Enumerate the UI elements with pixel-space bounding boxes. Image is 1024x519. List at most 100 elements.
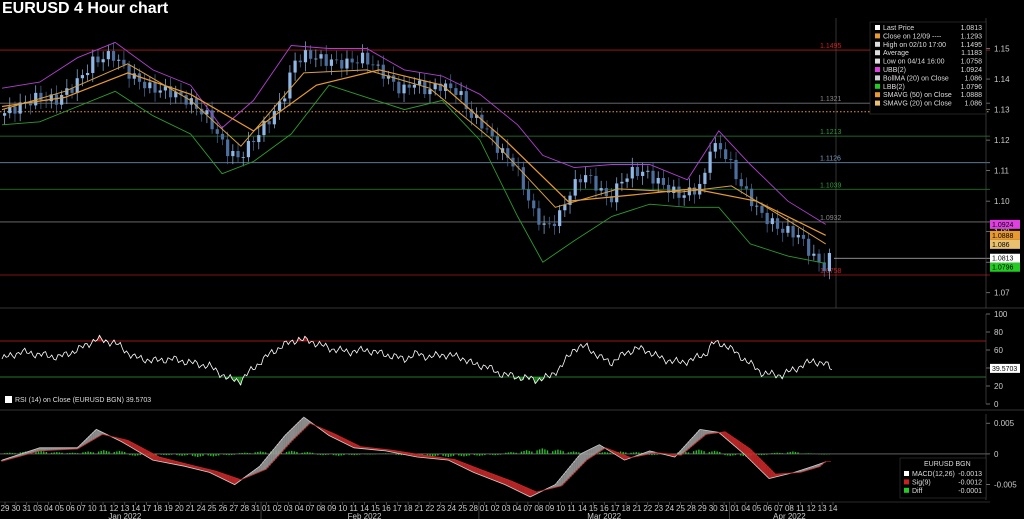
candle-body bbox=[407, 84, 411, 88]
candle-body bbox=[459, 91, 463, 95]
x-tick-label: 11 bbox=[567, 504, 576, 513]
x-tick-label: 23 bbox=[436, 504, 445, 513]
candle-body bbox=[319, 54, 323, 59]
candle-body bbox=[251, 140, 256, 143]
legend-swatch bbox=[875, 33, 880, 39]
candle-body bbox=[215, 129, 219, 134]
candle-body bbox=[376, 64, 380, 66]
candle-body bbox=[661, 177, 666, 185]
candle-body bbox=[744, 186, 749, 189]
rsi-line bbox=[1, 334, 833, 386]
candle-body bbox=[713, 143, 717, 152]
x-tick-label: 28 bbox=[687, 504, 696, 513]
candle-body bbox=[158, 90, 162, 93]
value-tag-label: 1.0796 bbox=[992, 265, 1014, 272]
x-tick-label: 14 bbox=[829, 504, 838, 513]
macd-legend-swatch bbox=[904, 471, 909, 476]
candle-body bbox=[526, 189, 531, 201]
candle-body bbox=[547, 223, 551, 225]
month-label: Jan 2022 bbox=[108, 512, 141, 519]
candle-body bbox=[257, 135, 261, 143]
candle-body bbox=[122, 59, 126, 65]
candle-body bbox=[324, 54, 328, 66]
candle-body bbox=[314, 58, 318, 60]
candle-body bbox=[812, 253, 816, 256]
candle-body bbox=[563, 204, 567, 211]
x-tick-label: 04 bbox=[295, 504, 304, 513]
candle-body bbox=[293, 60, 297, 73]
legend-label: High on 02/10 17:00 bbox=[883, 42, 946, 49]
upper-bollinger-line bbox=[1, 41, 826, 225]
y-tick-label: -0.005 bbox=[994, 481, 1017, 490]
candle-body bbox=[485, 128, 489, 130]
x-tick-label: 25 bbox=[676, 504, 685, 513]
candle-body bbox=[80, 75, 85, 79]
legend-value: 1.086 bbox=[964, 101, 982, 108]
candle-body bbox=[620, 181, 624, 184]
x-tick-label: 26 bbox=[218, 504, 227, 513]
x-tick-label: 12 bbox=[807, 504, 816, 513]
candle-body bbox=[724, 149, 728, 160]
x-tick-label: 04 bbox=[513, 504, 522, 513]
candle-body bbox=[334, 59, 339, 61]
candle-body bbox=[117, 59, 121, 61]
x-tick-label: 06 bbox=[763, 504, 772, 513]
candle-body bbox=[646, 170, 650, 172]
legend-swatch bbox=[875, 50, 880, 56]
candle-body bbox=[246, 140, 251, 158]
x-tick-label: 03 bbox=[502, 504, 511, 513]
candle-body bbox=[13, 106, 17, 114]
y-tick-label: 20 bbox=[994, 382, 1003, 391]
candle-body bbox=[708, 151, 712, 173]
x-tick-label: 31 bbox=[251, 504, 260, 513]
x-tick-label: 31 bbox=[22, 504, 31, 513]
x-tick-label: 24 bbox=[447, 504, 456, 513]
macd-line bbox=[1, 416, 826, 498]
candle-body bbox=[397, 81, 401, 94]
x-tick-label: 28 bbox=[240, 504, 249, 513]
legend-label: Last Price bbox=[883, 25, 914, 32]
candle-body bbox=[734, 159, 738, 180]
x-tick-label: 25 bbox=[208, 504, 217, 513]
candle-body bbox=[288, 72, 292, 99]
candle-body bbox=[449, 83, 453, 89]
candle-body bbox=[371, 64, 375, 66]
candle-body bbox=[578, 179, 583, 183]
candle-body bbox=[765, 212, 769, 225]
candle-body bbox=[739, 179, 743, 187]
legend-label: SMAVG (50) on Close bbox=[883, 92, 952, 99]
y-tick-label: 1.11 bbox=[994, 167, 1010, 176]
sma50-line bbox=[1, 69, 826, 236]
x-tick-label: 02 bbox=[491, 504, 500, 513]
x-tick-label: 18 bbox=[622, 504, 631, 513]
candle-body bbox=[801, 234, 806, 239]
macd-legend-value: -0.0001 bbox=[958, 488, 982, 495]
x-tick-label: 02 bbox=[273, 504, 282, 513]
x-tick-label: 03 bbox=[33, 504, 42, 513]
candle-body bbox=[760, 205, 764, 213]
candle-body bbox=[454, 88, 458, 95]
candle-body bbox=[537, 208, 541, 225]
value-tag-label: 1.086 bbox=[992, 242, 1010, 249]
y-tick-label: 1.13 bbox=[994, 106, 1010, 115]
chart-canvas[interactable]: 1.14951.13211.12131.11261.10391.09321.07… bbox=[0, 0, 1024, 519]
candle-body bbox=[729, 159, 733, 160]
y-tick-label: 0 bbox=[994, 400, 999, 409]
candle-body bbox=[532, 200, 536, 209]
legend-label: SMAVG (20) on Close bbox=[883, 101, 952, 108]
x-tick-label: 31 bbox=[720, 504, 729, 513]
legend-value: 1.0758 bbox=[961, 59, 983, 66]
y-tick-label: 0 bbox=[994, 450, 999, 459]
legend-value: 1.0888 bbox=[961, 92, 983, 99]
candle-body bbox=[91, 56, 95, 73]
candle-body bbox=[345, 58, 349, 69]
candle-body bbox=[143, 81, 147, 89]
candle-body bbox=[682, 195, 686, 198]
x-tick-label: 19 bbox=[164, 504, 173, 513]
x-tick-label: 13 bbox=[818, 504, 827, 513]
x-tick-label: 18 bbox=[404, 504, 413, 513]
x-tick-label: 25 bbox=[458, 504, 467, 513]
x-tick-label: 03 bbox=[284, 504, 293, 513]
level-label: 1.1039 bbox=[820, 182, 842, 189]
x-tick-label: 01 bbox=[480, 504, 489, 513]
